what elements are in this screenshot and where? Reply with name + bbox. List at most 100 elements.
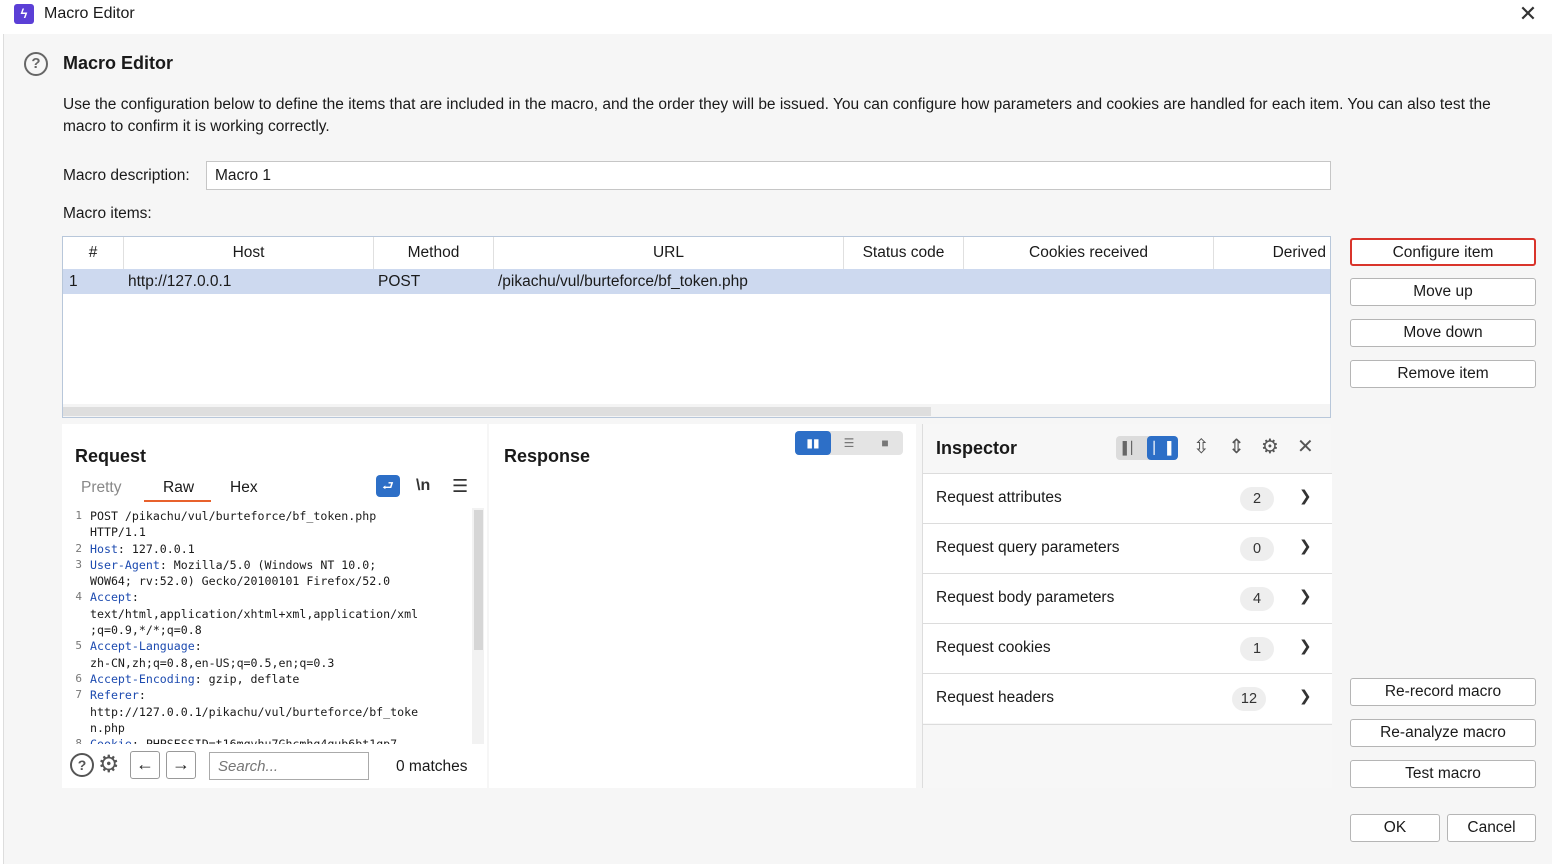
header-value: : gzip, deflate	[194, 671, 300, 686]
inspector-section-body-parameters[interactable]: Request body parameters 4 ❯	[923, 573, 1332, 623]
chevron-down-icon[interactable]: ❯	[1299, 487, 1312, 505]
inspector-section-cookies[interactable]: Request cookies 1 ❯	[923, 623, 1332, 673]
header-value: : 127.0.0.1	[117, 541, 195, 556]
gear-icon[interactable]: ⚙	[1261, 434, 1279, 459]
line-number: 7	[75, 688, 82, 702]
column-header-method[interactable]: Method	[374, 237, 494, 269]
tab-hex[interactable]: Hex	[230, 479, 258, 497]
cancel-button[interactable]: Cancel	[1447, 814, 1536, 842]
code-line: n.php	[62, 720, 487, 736]
line-number: 5	[75, 639, 82, 653]
line-number: 6	[75, 671, 82, 685]
move-up-button[interactable]: Move up	[1350, 278, 1536, 306]
header-value: zh-CN,zh;q=0.8,en-US;q=0.5,en;q=0.3	[90, 655, 335, 670]
row-host: http://127.0.0.1	[128, 273, 232, 290]
close-icon[interactable]: ✕	[1297, 434, 1314, 459]
next-match-button[interactable]: →	[166, 751, 196, 779]
rerecord-macro-button[interactable]: Re-record macro	[1350, 678, 1536, 706]
header-value: :	[194, 639, 202, 654]
help-icon[interactable]: ?	[70, 753, 94, 777]
code-line: 3 User-Agent: Mozilla/5.0 (Windows NT 10.…	[62, 557, 487, 573]
code-line: 4 Accept:	[62, 589, 487, 605]
column-header-status-code[interactable]: Status code	[844, 237, 964, 269]
request-editor[interactable]: 1 POST /pikachu/vul/burteforce/bf_token.p…	[62, 508, 487, 744]
header-value: text/html,application/xhtml+xml,applicat…	[90, 606, 419, 621]
chevron-down-icon[interactable]: ❯	[1299, 687, 1312, 705]
header-value: WOW64; rv:52.0) Gecko/20100101 Firefox/5…	[90, 574, 391, 589]
header-value: ;q=0.9,*/*;q=0.8	[90, 623, 202, 638]
chevron-down-icon[interactable]: ❯	[1299, 637, 1312, 655]
header-name: Accept	[90, 590, 132, 605]
inspector-section-request-attributes[interactable]: Request attributes 2 ❯	[923, 473, 1332, 523]
column-header-cookies-received[interactable]: Cookies received	[964, 237, 1214, 269]
request-panel: Request Pretty Raw Hex ⮐ \n ☰ 1 POST /pik…	[62, 424, 487, 788]
menu-icon[interactable]: ☰	[452, 476, 468, 497]
column-header-derived[interactable]: Derived	[1214, 237, 1330, 269]
code-line: zh-CN,zh;q=0.8,en-US;q=0.5,en;q=0.3	[62, 655, 487, 671]
reanalyze-macro-button[interactable]: Re-analyze macro	[1350, 719, 1536, 747]
tab-pretty[interactable]: Pretty	[81, 479, 121, 497]
column-header-host[interactable]: Host	[124, 237, 374, 269]
header-name: Accept-Language	[90, 639, 195, 654]
code-line: 7 Referer:	[62, 687, 487, 703]
row-number: 1	[69, 273, 78, 290]
column-header-url[interactable]: URL	[494, 237, 844, 269]
test-macro-button[interactable]: Test macro	[1350, 760, 1536, 788]
sidebar-right-icon[interactable]: ▏▐	[1147, 436, 1178, 460]
header-name: Referer	[90, 688, 139, 703]
count-badge: 12	[1232, 687, 1266, 711]
configure-item-button[interactable]: Configure item	[1350, 238, 1536, 266]
code-line: 1 POST /pikachu/vul/burteforce/bf_token.p…	[62, 508, 487, 524]
count-badge: 4	[1240, 587, 1274, 611]
header-name: Host	[90, 541, 118, 556]
scrollbar-thumb[interactable]	[63, 407, 931, 416]
code-line: WOW64; rv:52.0) Gecko/20100101 Firefox/5…	[62, 573, 487, 589]
code-line: 6 Accept-Encoding: gzip, deflate	[62, 671, 487, 687]
split-horizontal-icon[interactable]: ▮▮	[795, 431, 831, 455]
inspector-section-headers[interactable]: Request headers 12 ❯	[923, 673, 1332, 723]
macro-items-table: # Host Method URL Status code Cookies re…	[62, 236, 1331, 418]
code-line: 2 Host: 127.0.0.1	[62, 541, 487, 557]
tab-raw[interactable]: Raw	[163, 479, 194, 497]
gear-icon[interactable]: ⚙	[98, 750, 120, 779]
show-newlines-icon[interactable]: \n	[416, 477, 430, 495]
table-row[interactable]: 1 http://127.0.0.1 POST /pikachu/vul/bur…	[63, 269, 1330, 294]
macro-description-input[interactable]	[206, 161, 1331, 190]
header-name: User-Agent	[90, 557, 160, 572]
single-pane-icon[interactable]: ■	[867, 431, 903, 455]
title-bar	[0, 0, 1556, 30]
code-line: 8 Cookie: PHPSESSID=t16mqvhu7Ghcmhg4qub6b…	[62, 736, 487, 744]
code-line: HTTP/1.1	[62, 524, 487, 540]
header-value: : Mozilla/5.0 (Windows NT 10.0;	[159, 557, 377, 572]
close-icon[interactable]: ✕	[1514, 2, 1542, 28]
search-match-count: 0 matches	[396, 758, 468, 775]
section-label: Request body parameters	[936, 589, 1115, 606]
expand-all-icon[interactable]: ⇳	[1193, 434, 1210, 459]
inspector-title: Inspector	[936, 438, 1018, 458]
search-input[interactable]	[209, 752, 369, 780]
line-number: 4	[75, 590, 82, 604]
chevron-down-icon[interactable]: ❯	[1299, 587, 1312, 605]
chevron-down-icon[interactable]: ❯	[1299, 537, 1312, 555]
word-wrap-icon[interactable]: ⮐	[376, 475, 400, 497]
header-value: :	[131, 590, 139, 605]
count-badge: 2	[1240, 487, 1274, 511]
remove-item-button[interactable]: Remove item	[1350, 360, 1536, 388]
count-badge: 0	[1240, 537, 1274, 561]
help-icon[interactable]: ?	[24, 52, 48, 76]
ok-button[interactable]: OK	[1350, 814, 1440, 842]
split-vertical-icon[interactable]: ☰	[831, 431, 867, 455]
header-name: Accept-Encoding	[90, 671, 195, 686]
lightning-icon: ϟ	[14, 4, 34, 24]
collapse-all-icon[interactable]: ⇕	[1228, 434, 1245, 459]
column-header-number[interactable]: #	[63, 237, 124, 269]
previous-match-button[interactable]: ←	[130, 751, 160, 779]
macro-items-label: Macro items:	[63, 205, 152, 222]
section-label: Request cookies	[936, 639, 1051, 656]
sidebar-left-icon[interactable]: ▌▏	[1116, 436, 1147, 460]
scrollbar-thumb[interactable]	[474, 510, 483, 650]
table-horizontal-scrollbar[interactable]	[63, 404, 1330, 417]
inspector-section-query-parameters[interactable]: Request query parameters 0 ❯	[923, 523, 1332, 573]
move-down-button[interactable]: Move down	[1350, 319, 1536, 347]
section-label: Request headers	[936, 689, 1055, 706]
